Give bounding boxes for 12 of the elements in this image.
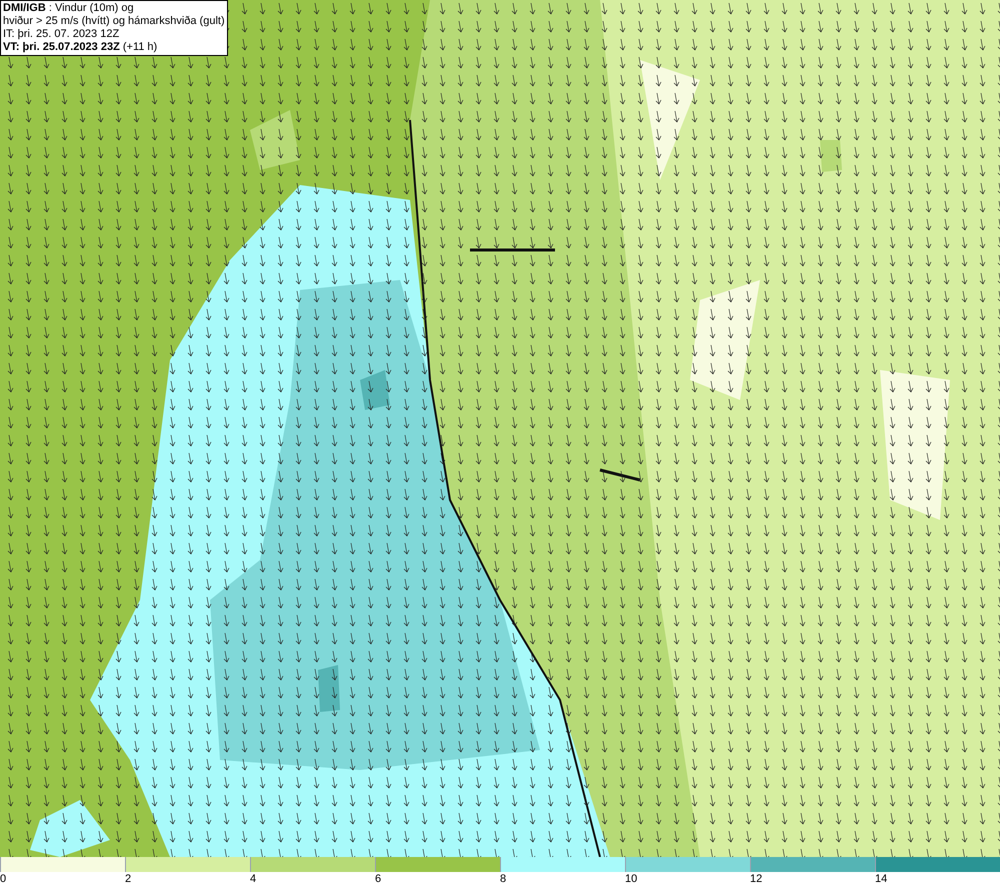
header-line: hviður > 25 m/s (hvítt) og hámarkshviða (gult) bbox=[3, 15, 225, 28]
legend-label: 2 bbox=[125, 872, 132, 887]
legend-label: 6 bbox=[375, 872, 382, 887]
header-line: IT: þri. 25. 07. 2023 12Z bbox=[3, 28, 120, 41]
header-line: VT: þri. 25.07.2023 23Z (+11 h) bbox=[3, 41, 158, 54]
legend-label: 12 bbox=[750, 872, 762, 887]
legend-label: 8 bbox=[500, 872, 506, 887]
legend-label: 10 bbox=[625, 872, 638, 887]
header-line: DMI/IGB : Vindur (10m) og bbox=[3, 2, 135, 15]
legend-label: 14 bbox=[875, 872, 888, 887]
legend-label: 0 bbox=[0, 872, 6, 887]
legend-label: 4 bbox=[250, 872, 256, 887]
